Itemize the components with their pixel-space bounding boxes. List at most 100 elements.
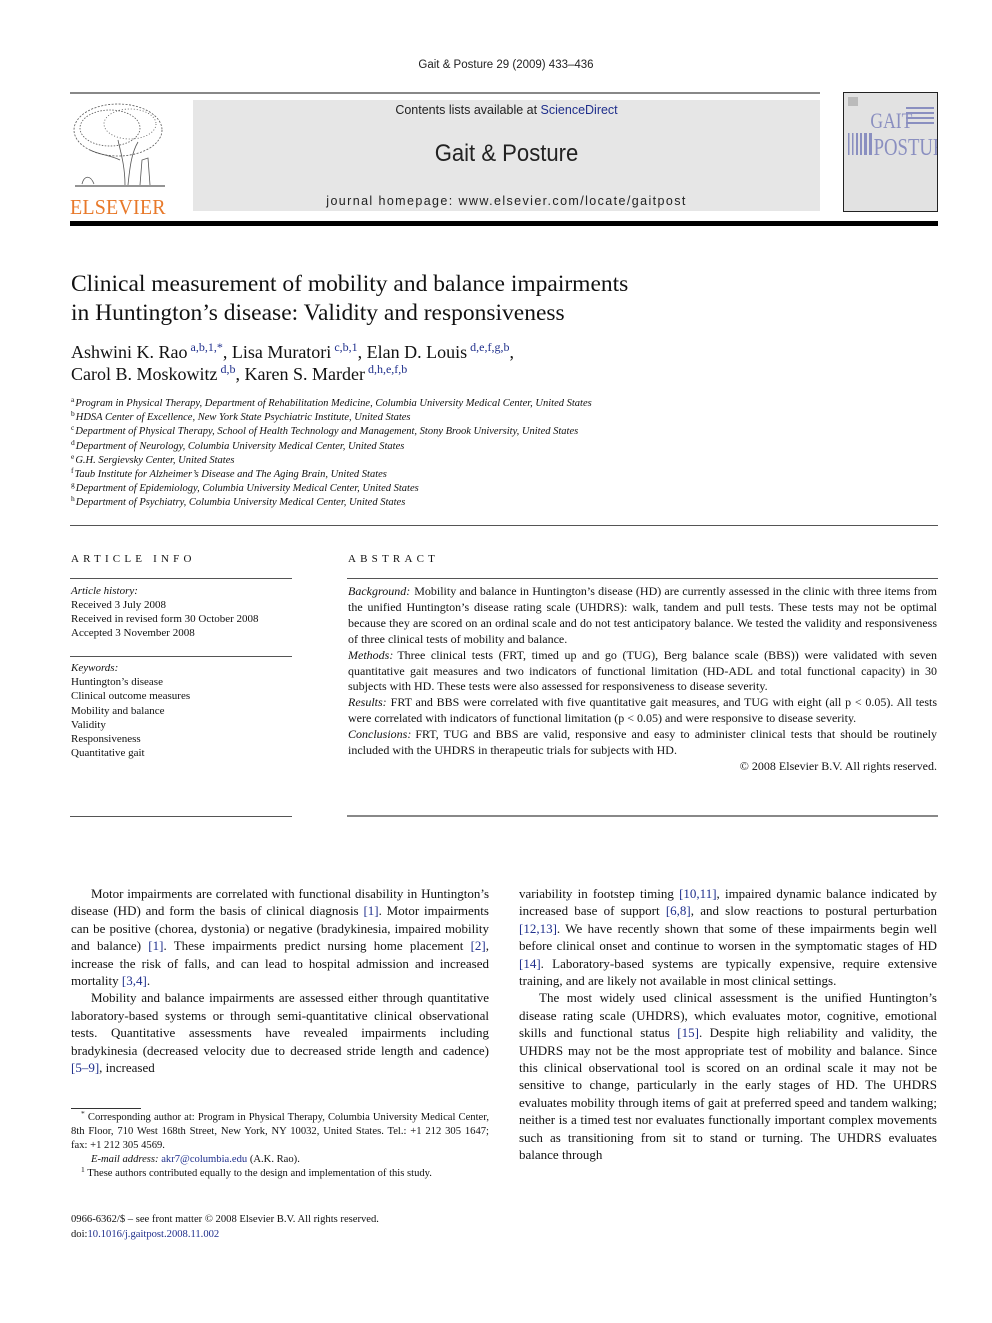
footnote-mark: 1 bbox=[81, 1165, 85, 1174]
keyword-item: Quantitative gait bbox=[71, 747, 145, 760]
email-link[interactable]: akr7@columbia.edu bbox=[161, 1154, 247, 1165]
author-name: Karen S. Marder bbox=[244, 364, 365, 384]
keywords: Keywords: Huntington’s disease Clinical … bbox=[71, 661, 293, 760]
author-list: Ashwini K. Rao a,b,1,*, Lisa Muratori c,b,… bbox=[71, 341, 771, 385]
affiliation-item: eG.H. Sergievsky Center, United States bbox=[71, 451, 771, 468]
doi-link[interactable]: 10.1016/j.gaitpost.2008.11.002 bbox=[87, 1229, 219, 1240]
citation-link[interactable]: [3,4] bbox=[122, 973, 147, 988]
corresponding-text: Corresponding author at: Program in Phys… bbox=[71, 1112, 490, 1151]
body-text: variability in footstep timing bbox=[519, 886, 680, 901]
journal-name: Gait & Posture bbox=[434, 140, 579, 167]
affiliation-text: Department of Neurology, Columbia Univer… bbox=[75, 440, 405, 452]
body-text: Mobility and balance impairments are ass… bbox=[71, 990, 489, 1058]
affiliation-item: gDepartment of Epidemiology, Columbia Un… bbox=[71, 481, 771, 496]
author-affiliation-link[interactable]: c,b,1 bbox=[334, 340, 357, 354]
affiliation-item: aProgram in Physical Therapy, Department… bbox=[71, 395, 771, 411]
elsevier-logo[interactable]: ELSEVIER bbox=[70, 100, 170, 218]
abstract-label: Results: bbox=[348, 695, 387, 710]
affiliation-key: a bbox=[71, 395, 75, 404]
journal-banner: Contents lists available at ScienceDirec… bbox=[193, 100, 820, 211]
article-history: Article history: Received 3 July 2008 Re… bbox=[71, 584, 293, 640]
author-affiliation-link[interactable]: d,b bbox=[221, 362, 236, 376]
doi-prefix: doi: bbox=[71, 1229, 88, 1240]
email-label: E-mail address: bbox=[91, 1154, 159, 1165]
abstract-text: FRT and BBS were correlated with five qu… bbox=[348, 695, 937, 726]
affiliation-text: HDSA Center of Excellence, New York Stat… bbox=[75, 412, 411, 424]
author-separator: , bbox=[509, 342, 514, 362]
contents-prefix: Contents lists available at bbox=[395, 103, 541, 117]
abstract-section-background: Background: Mobility and balance in Hunti… bbox=[348, 584, 937, 648]
abstract-section-conclusions: Conclusions: FRT, TUG and BBS are valid, … bbox=[348, 727, 937, 759]
body-paragraph: Mobility and balance impairments are ass… bbox=[71, 989, 489, 1076]
citation-link[interactable]: [6,8] bbox=[666, 903, 691, 918]
article-info-rule bbox=[70, 578, 292, 579]
equal-contribution-note: 1 These authors contributed equally to t… bbox=[71, 1165, 489, 1181]
elsevier-tree-icon bbox=[73, 103, 165, 187]
author-separator: , bbox=[222, 342, 232, 362]
body-column-right: variability in footstep timing [10,11] , … bbox=[519, 885, 937, 1164]
abstract-rule bbox=[347, 578, 938, 579]
citation-link[interactable]: [1] bbox=[363, 903, 378, 918]
keywords-label: Keywords: bbox=[71, 662, 119, 674]
author-separator: , bbox=[235, 364, 245, 384]
citation-link[interactable]: [15] bbox=[677, 1025, 699, 1040]
footnote-mark: * bbox=[81, 1109, 85, 1118]
affiliation-text: Program in Physical Therapy, Department … bbox=[75, 398, 592, 409]
affiliation-key: d bbox=[71, 437, 75, 447]
email-suffix: (A.K. Rao). bbox=[247, 1154, 300, 1165]
copyright-notice: © 2008 Elsevier B.V. All rights reserved… bbox=[739, 758, 937, 773]
body-text: , and slow reactions to postural perturb… bbox=[690, 903, 937, 919]
abstract-label: Conclusions: bbox=[348, 727, 412, 742]
title-line-2: in Huntington’s disease: Validity and re… bbox=[71, 300, 565, 326]
affiliation-key: h bbox=[71, 494, 75, 504]
abstract-label: Background: bbox=[348, 584, 411, 598]
journal-reference: Gait & Posture 29 (2009) 433–436 bbox=[418, 59, 594, 71]
journal-cover-thumbnail[interactable]: GAIT POSTURE bbox=[843, 92, 957, 212]
abstract-body: Background: Mobility and balance in Hunti… bbox=[348, 584, 937, 775]
body-text: . bbox=[146, 973, 151, 989]
citation-link[interactable]: [1] bbox=[148, 938, 163, 953]
equal-contribution-text: These authors contributed equally to the… bbox=[87, 1168, 432, 1179]
citation-link[interactable]: [5–9] bbox=[71, 1060, 99, 1075]
abstract-text: FRT, TUG and BBS are valid, responsive a… bbox=[348, 727, 937, 758]
author-name: Lisa Muratori bbox=[231, 342, 332, 362]
affiliation-text: Department of Epidemiology, Columbia Uni… bbox=[75, 483, 419, 495]
abstract-text: Mobility and balance in Huntington’s dis… bbox=[348, 584, 937, 646]
keyword-item: Huntington’s disease bbox=[71, 676, 163, 689]
author-affiliation-link[interactable]: d,h,e,f,b bbox=[368, 362, 407, 376]
abstract-text: Three clinical tests (FRT, timed up and … bbox=[348, 647, 937, 694]
author-name: Ashwini K. Rao bbox=[71, 342, 188, 362]
article-title: Clinical measurement of mobility and bal… bbox=[71, 270, 771, 328]
header-thick-rule bbox=[70, 221, 938, 226]
email-note: E-mail address: akr7@columbia.edu (A.K. … bbox=[71, 1153, 489, 1167]
cover-title-posture: POSTURE bbox=[874, 134, 937, 161]
gait-posture-cover-icon: GAIT POSTURE bbox=[848, 97, 957, 161]
abstract-section-results: Results: FRT and BBS were correlated with… bbox=[348, 695, 937, 727]
citation-link[interactable]: [2] bbox=[471, 938, 486, 953]
affiliation-text: Taub Institute for Alzheimer’s Disease a… bbox=[74, 469, 387, 481]
affiliation-key: f bbox=[71, 466, 74, 476]
affiliation-item: hDepartment of Psychiatry, Columbia Univ… bbox=[71, 494, 771, 510]
body-text: . We have recently shown that some of th… bbox=[519, 920, 937, 954]
abstract-heading: ABSTRACT bbox=[348, 553, 440, 565]
keyword-item: Clinical outcome measures bbox=[71, 690, 191, 703]
footnotes: * Corresponding author at: Program in Ph… bbox=[71, 1109, 490, 1181]
corresponding-author-note: * Corresponding author at: Program in Ph… bbox=[71, 1109, 490, 1153]
sciencedirect-link[interactable]: ScienceDirect bbox=[541, 103, 618, 117]
affiliation-key: b bbox=[71, 409, 75, 419]
journal-homepage-link[interactable]: journal homepage: www.elsevier.com/locat… bbox=[193, 194, 820, 208]
body-text: , increased bbox=[99, 1060, 155, 1076]
affiliation-text: Department of Psychiatry, Columbia Unive… bbox=[75, 497, 406, 509]
abstract-bottom-rule bbox=[347, 815, 938, 817]
citation-link[interactable]: [14] bbox=[519, 956, 541, 971]
citation-link[interactable]: [12,13] bbox=[519, 921, 557, 936]
front-matter-issn: 0966-6362/$ – see front matter © 2008 El… bbox=[71, 1214, 379, 1225]
author-affiliation-link[interactable]: d,e,f,g,b bbox=[470, 340, 509, 354]
author-affiliation-link[interactable]: a,b,1,* bbox=[191, 340, 223, 354]
body-text: . These impairments predict nursing home… bbox=[163, 938, 471, 954]
author-name: Carol B. Moskowitz bbox=[71, 364, 218, 384]
affiliation-key: e bbox=[71, 451, 75, 461]
affiliation-item: dDepartment of Neurology, Columbia Unive… bbox=[71, 437, 771, 454]
header-rule bbox=[70, 92, 820, 94]
citation-link[interactable]: [10,11] bbox=[679, 886, 716, 901]
